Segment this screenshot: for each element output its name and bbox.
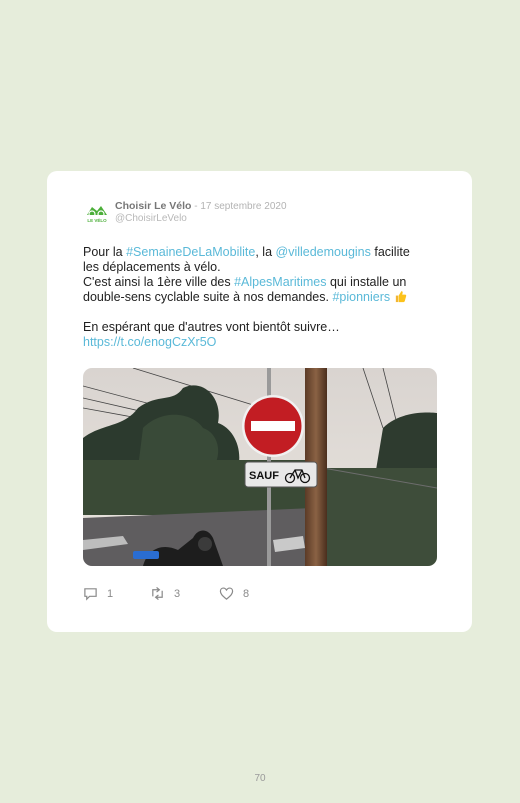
author-name[interactable]: Choisir Le Vélo xyxy=(115,200,191,212)
thumbs-up-icon xyxy=(395,291,406,303)
retweet-icon[interactable] xyxy=(150,586,165,601)
like-action[interactable]: 8 xyxy=(219,586,249,601)
like-count: 8 xyxy=(243,587,250,600)
url-link[interactable]: https://t.co/enogCzXr5O xyxy=(83,335,216,349)
retweet-count: 3 xyxy=(174,587,181,600)
tweet-date[interactable]: 17 septembre 2020 xyxy=(200,201,286,212)
text-line: Pour la #SemaineDeLaMobilite, la @villed… xyxy=(83,245,410,259)
svg-text:LE VÉLO: LE VÉLO xyxy=(87,216,107,223)
street-sign-photo: SAUF xyxy=(83,368,437,566)
mention-link[interactable]: @villedemougins xyxy=(276,245,371,259)
retweet-action[interactable]: 3 xyxy=(150,586,180,601)
tweet-card: LE VÉLO Choisir Le Vélo - 17 septembre 2… xyxy=(47,171,472,632)
reply-count: 1 xyxy=(107,587,114,600)
text-line: C'est ainsi la 1ère ville des #AlpesMari… xyxy=(83,275,407,289)
sign-text: SAUF xyxy=(249,470,279,482)
text-line: double-sens cyclable suite à nos demande… xyxy=(83,290,438,305)
hashtag-link[interactable]: #pionniers xyxy=(332,290,390,304)
text-line: https://t.co/enogCzXr5O xyxy=(83,335,438,350)
author-handle[interactable]: @ChoisirLeVelo xyxy=(115,213,187,224)
separator: - xyxy=(191,201,201,212)
reply-action[interactable]: 1 xyxy=(83,586,113,601)
tweet-text: Pour la #SemaineDeLaMobilite, la @villed… xyxy=(83,245,438,350)
tweet-photo[interactable]: SAUF xyxy=(83,368,437,566)
text-line: En espérant que d'autres vont bientôt su… xyxy=(83,320,340,334)
page-number: 70 xyxy=(254,773,266,784)
hashtag-link[interactable]: #AlpesMaritimes xyxy=(234,275,326,289)
text-line: les déplacements à vélo. xyxy=(83,260,221,274)
reply-icon[interactable] xyxy=(83,586,98,601)
hashtag-link[interactable]: #SemaineDeLaMobilite xyxy=(126,245,255,259)
choisir-le-velo-logo[interactable]: LE VÉLO xyxy=(85,201,109,225)
heart-icon[interactable] xyxy=(219,586,234,601)
tweet-actions: 1 3 8 xyxy=(83,586,383,604)
author-line: Choisir Le Vélo - 17 septembre 2020 xyxy=(115,200,287,212)
